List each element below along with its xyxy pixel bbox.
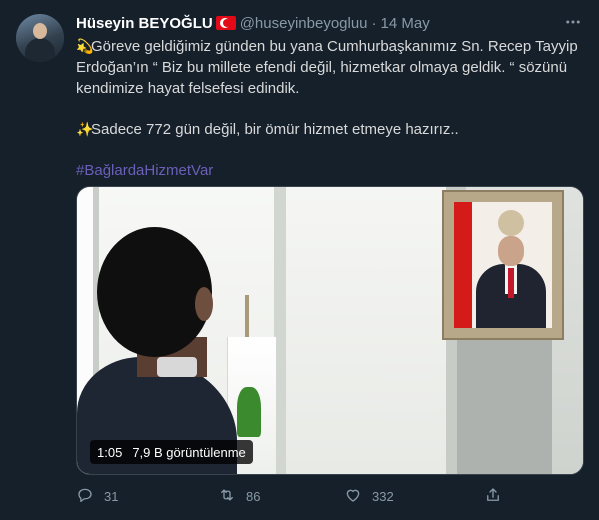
share-button[interactable] (484, 485, 502, 507)
retweet-count: 86 (246, 488, 261, 504)
video-views: 7,9 B görüntülenme (132, 444, 246, 460)
tweet-paragraph-1: 💫Göreve geldiğimiz günden bu yana Cumhur… (76, 36, 581, 99)
separator-dot: · (371, 14, 377, 32)
reply-icon (76, 486, 94, 507)
tweet[interactable]: Hüseyin BEYOĞLU @huseyinbeyogluu · 14 Ma… (0, 0, 599, 520)
turkish-flag-icon (215, 16, 236, 30)
hashtag-link[interactable]: #BağlardaHizmetVar (76, 162, 213, 179)
reply-count: 31 (104, 488, 119, 504)
like-count: 332 (372, 488, 394, 504)
like-button[interactable]: 332 (344, 485, 394, 507)
avatar[interactable] (16, 14, 64, 62)
video-duration: 1:05 (97, 444, 123, 460)
more-icon[interactable] (561, 12, 585, 32)
author-name[interactable]: Hüseyin BEYOĞLU (76, 15, 213, 32)
tweet-actions: 31 86 332 (76, 485, 582, 507)
like-icon (344, 486, 362, 507)
portrait-frame (442, 190, 564, 340)
tweet-header: Hüseyin BEYOĞLU @huseyinbeyogluu · 14 Ma… (76, 13, 430, 33)
author-handle[interactable]: @huseyinbeyogluu (240, 15, 368, 32)
sparkles-emoji-icon: ✨ (76, 121, 94, 137)
tweet-date[interactable]: 14 May (381, 15, 430, 32)
reply-button[interactable]: 31 (76, 485, 118, 507)
video-player[interactable] (76, 186, 584, 475)
tweet-text: 💫Göreve geldiğimiz günden bu yana Cumhur… (76, 36, 581, 181)
share-icon (484, 486, 502, 507)
tweet-paragraph-2: ✨Sadece 772 gün değil, bir ömür hizmet e… (76, 119, 581, 140)
dizzy-emoji-icon: 💫 (76, 38, 94, 54)
video-badge: 1:05 7,9 B görüntülenme (90, 440, 253, 464)
retweet-icon (218, 486, 236, 507)
retweet-button[interactable]: 86 (218, 485, 260, 507)
paragraph-1-text: Göreve geldiğimiz günden bu yana Cumhurb… (76, 38, 578, 97)
paragraph-2-text: Sadece 772 gün değil, bir ömür hizmet et… (91, 121, 459, 138)
